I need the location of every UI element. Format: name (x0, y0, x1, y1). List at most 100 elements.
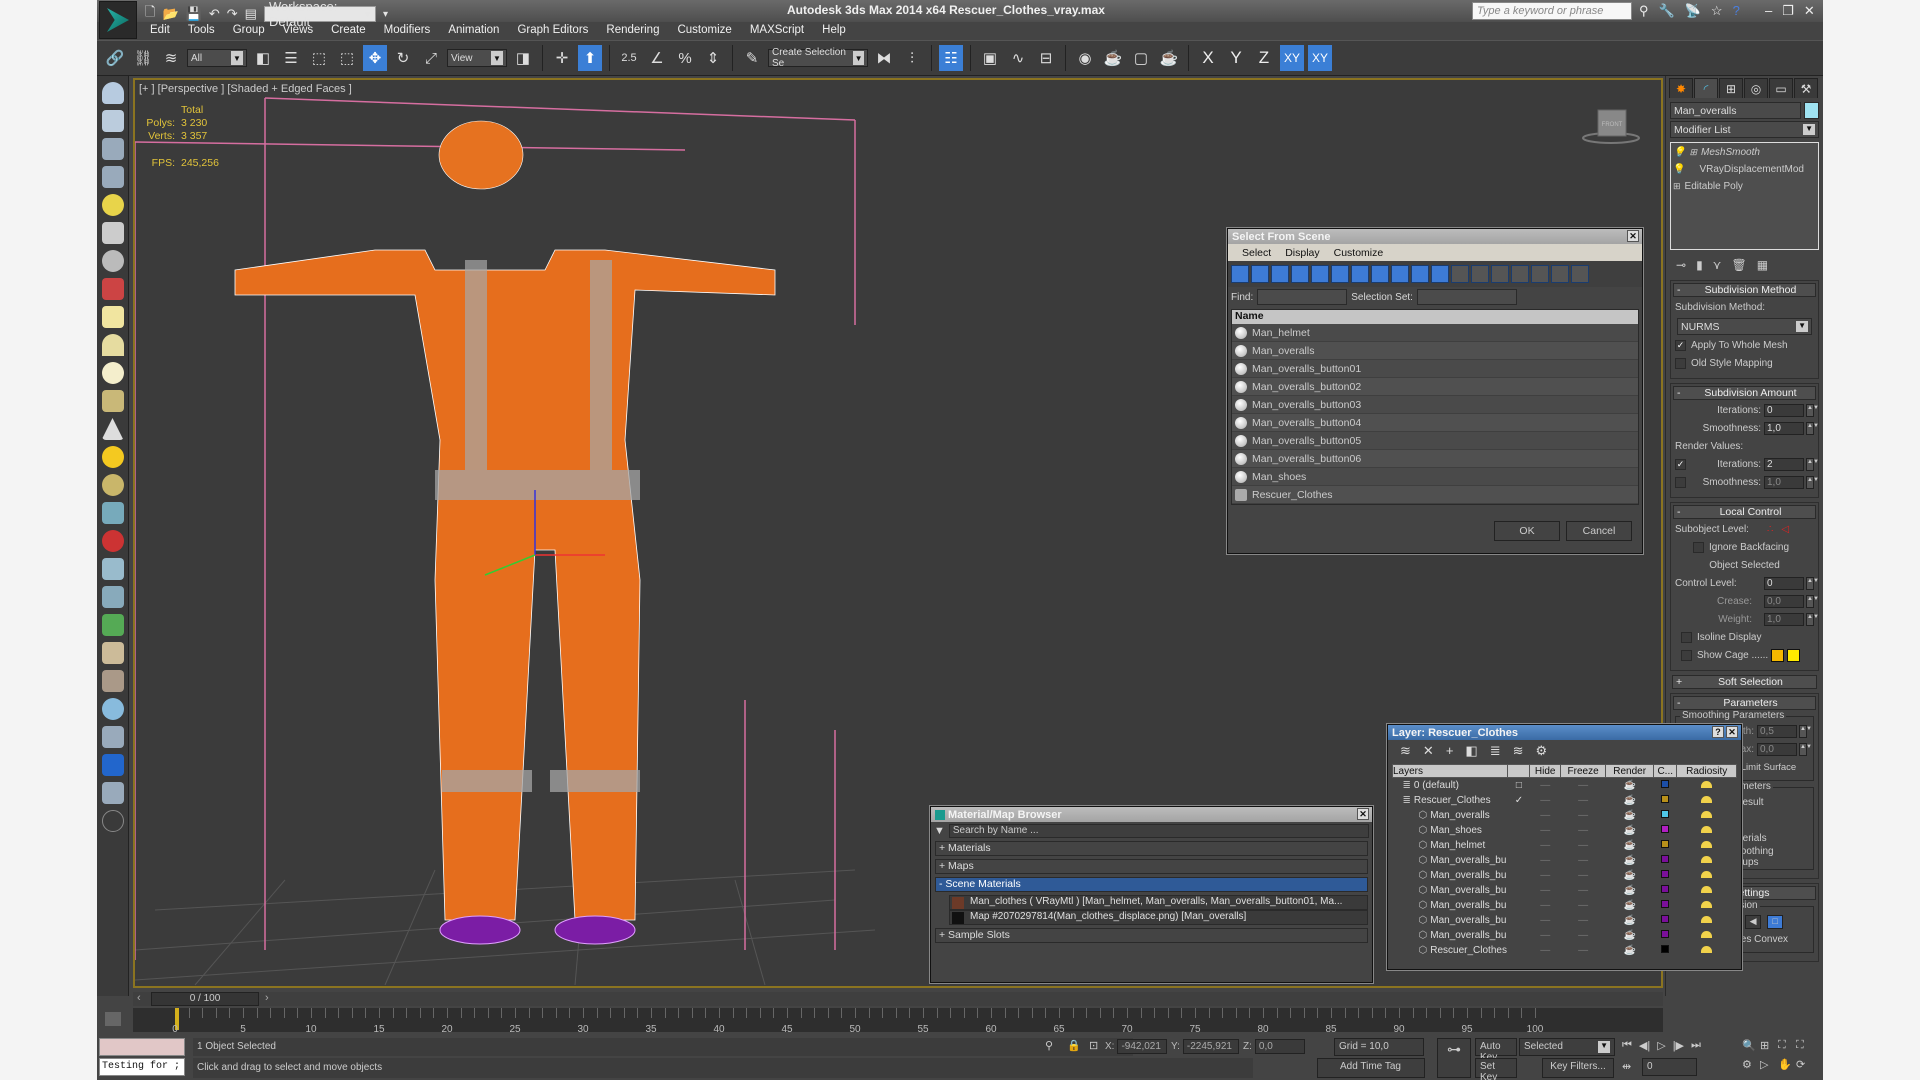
hide-toggle[interactable]: — (1530, 823, 1560, 838)
layer-row[interactable]: ⬡ Man_overalls_bu — — ☕ (1393, 868, 1737, 883)
lightbulb-icon[interactable]: 💡 (1673, 164, 1685, 175)
columns-icon[interactable] (1571, 265, 1589, 283)
col-color[interactable]: C... (1653, 764, 1678, 778)
col-current[interactable] (1507, 764, 1531, 778)
maxscript-listener-pink[interactable] (99, 1038, 185, 1056)
column-header-name[interactable]: Name (1232, 310, 1638, 324)
layer-row[interactable]: ⬡ Man_overalls_bu — — ☕ (1393, 913, 1737, 928)
select-layers-icon[interactable]: ≣ (1490, 743, 1501, 759)
tab-hierarchy[interactable]: ⊞ (1719, 78, 1743, 98)
current-layer-flag[interactable] (1508, 883, 1530, 898)
subdivision-method-dropdown[interactable]: NURMS ▼ (1677, 318, 1812, 335)
apply-whole-mesh-checkbox[interactable]: ✓ Apply To Whole Mesh (1675, 338, 1814, 353)
freeze-toggle[interactable]: — (1560, 943, 1605, 958)
menu-maxscript[interactable]: MAXScript (741, 22, 813, 40)
cage-selection-color-swatch[interactable] (1787, 649, 1801, 662)
menu-select[interactable]: Select (1242, 247, 1271, 259)
scene-object-row[interactable]: Man_overalls_button04 (1232, 414, 1638, 432)
layer-color-swatch[interactable] (1661, 899, 1670, 908)
expand-icon[interactable]: ⊞ (1689, 147, 1697, 158)
z-coordinate[interactable]: Z: 0,0 (1243, 1039, 1305, 1054)
rect-selection-icon[interactable]: ⬚ (307, 45, 331, 71)
track-bar[interactable]: 0 5 10 15 20 25 30 35 40 45 50 55 60 65 70 75 80 85 90 95 10… (133, 1008, 1663, 1035)
hide-toggle[interactable]: — (1530, 868, 1560, 883)
add-to-layer-icon[interactable]: + (1446, 743, 1454, 759)
move-tool-icon[interactable]: ✥ (363, 45, 387, 71)
create-layer-icon[interactable]: ≋ (1400, 743, 1411, 759)
hide-toggle[interactable]: — (1530, 808, 1560, 823)
scene-object-row[interactable]: Man_overalls_button05 (1232, 432, 1638, 450)
select-objects-icon[interactable]: ◧ (1465, 743, 1477, 759)
minimize-icon[interactable]: – (1765, 3, 1772, 19)
ambient-icon[interactable] (101, 474, 124, 496)
crease-spinner[interactable]: 0,0 ▲▼ (1764, 595, 1819, 608)
axis-x-button[interactable]: X (1196, 48, 1220, 68)
undo-icon[interactable]: ↶ (209, 6, 220, 22)
select-invert-icon[interactable] (1511, 265, 1529, 283)
select-by-name-icon[interactable]: ☰ (279, 45, 303, 71)
proxy-icon[interactable] (101, 558, 124, 580)
keyboard-shortcut-override-icon[interactable]: ⬆ (578, 45, 602, 71)
search-by-name-input[interactable]: Search by Name ... (948, 824, 1369, 838)
ies-light-icon[interactable] (101, 390, 124, 412)
fur-icon[interactable] (101, 586, 124, 608)
cancel-button[interactable]: Cancel (1566, 521, 1632, 541)
freeze-toggle[interactable]: — (1560, 838, 1605, 853)
hide-toggle[interactable]: — (1530, 913, 1560, 928)
material-editor-icon[interactable]: ◉ (1073, 45, 1097, 71)
freeze-toggle[interactable]: — (1560, 853, 1605, 868)
tab-utilities[interactable]: ⚒ (1794, 78, 1818, 98)
scene-material-item[interactable]: Man_clothes ( VRayMtl ) [Man_helmet, Man… (949, 895, 1368, 910)
section-maps[interactable]: + Maps (935, 859, 1368, 874)
key-icon[interactable]: 🔧 (1659, 3, 1675, 19)
select-all-icon[interactable] (1471, 265, 1489, 283)
customize-qa-icon[interactable]: ▾ (383, 9, 388, 20)
radiosity-icon[interactable] (1701, 945, 1713, 953)
radiosity-icon[interactable] (1701, 780, 1713, 788)
scene-object-row[interactable]: Rescuer_Clothes (1232, 486, 1638, 504)
satellite-icon[interactable]: 📡 (1685, 3, 1701, 19)
orbit-icon[interactable]: ⟳ (1796, 1058, 1814, 1071)
project-folder-icon[interactable]: ▤ (245, 6, 257, 22)
camera-icon[interactable] (101, 222, 124, 244)
remove-modifier-icon[interactable]: 🗑 (1731, 258, 1746, 272)
menu-customize[interactable]: Customize (668, 22, 740, 40)
find-input[interactable] (1257, 289, 1348, 305)
lightbulb-icon[interactable]: 💡 (1673, 147, 1685, 158)
scene-object-row[interactable]: Man_helmet (1232, 324, 1638, 342)
time-config-icon[interactable]: ⚙ (1742, 1058, 1760, 1071)
zoom-extents-all-icon[interactable]: ⛶ (1796, 1039, 1814, 1052)
y-coordinate[interactable]: Y: -2245,921 (1171, 1039, 1239, 1054)
filter-spacewarps-icon[interactable] (1331, 265, 1349, 283)
section-scene-materials[interactable]: - Scene Materials (935, 877, 1368, 892)
layer-row[interactable]: ⬡ Man_overalls_bu — — ☕ (1393, 898, 1737, 913)
layer-row[interactable]: ⬡ Man_overalls_bu — — ☕ (1393, 928, 1737, 943)
render-teapot-icon[interactable]: ☕ (1606, 943, 1654, 958)
render-teapot-icon[interactable]: ☕ (1606, 883, 1654, 898)
keyword-search-input[interactable]: Type a keyword or phrase (1472, 2, 1632, 20)
filter-cameras-icon[interactable] (1291, 265, 1309, 283)
hide-toggle[interactable]: — (1530, 943, 1560, 958)
old-style-mapping-checkbox[interactable]: Old Style Mapping (1675, 356, 1814, 371)
menu-group[interactable]: Group (224, 22, 274, 40)
absolute-mode-icon[interactable]: ⊡ (1089, 1039, 1098, 1052)
schematic-view-icon[interactable]: ⊟ (1034, 45, 1058, 71)
operate-on-polygon-button[interactable]: □ (1767, 914, 1784, 929)
scene-map-item[interactable]: Map #2070297814(Man_clothes_displace.png… (949, 910, 1368, 925)
zoom-icon[interactable]: 🔍 (1742, 1039, 1760, 1052)
render-iterations-spinner[interactable]: 2 ▲▼ (1764, 458, 1819, 471)
restore-icon[interactable]: ❐ (1782, 3, 1794, 19)
app-logo-button[interactable] (99, 1, 137, 39)
layer-color-swatch[interactable] (1661, 929, 1670, 938)
menu-display[interactable]: Display (1285, 247, 1319, 259)
go-to-start-icon[interactable]: ⏮ (1622, 1039, 1632, 1052)
freeze-toggle[interactable]: — (1560, 808, 1605, 823)
filter-containers-icon[interactable] (1411, 265, 1429, 283)
scale-tool-icon[interactable]: ⤢ (419, 45, 443, 71)
current-layer-flag[interactable] (1508, 928, 1530, 943)
close-icon[interactable]: ✕ (1357, 808, 1369, 820)
layer-row[interactable]: ⬡ Man_overalls — — ☕ (1393, 808, 1737, 823)
selection-set-dropdown[interactable] (1416, 289, 1517, 305)
current-layer-flag[interactable] (1508, 868, 1530, 883)
scene-object-row[interactable]: Man_overalls_button03 (1232, 396, 1638, 414)
